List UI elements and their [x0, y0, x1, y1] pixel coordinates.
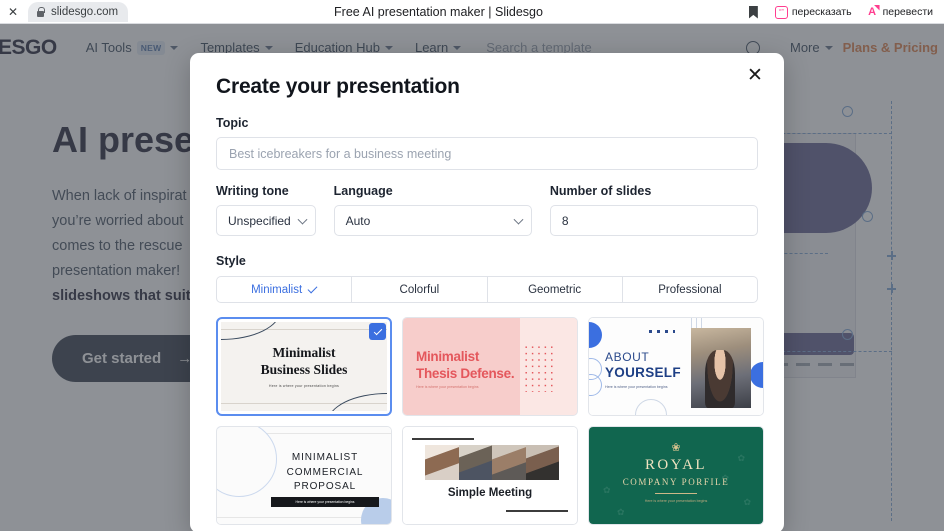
address-bar[interactable]: slidesgo.com — [28, 2, 129, 22]
style-tab-colorful[interactable]: Colorful — [352, 276, 488, 303]
template-thumbnail: Simple Meeting — [403, 427, 577, 524]
template-thumbnail: Minimalist Thesis Defense. Here is where… — [403, 318, 577, 415]
style-tab-label: Colorful — [399, 283, 440, 296]
template-subtitle: Here is where your presentation begins — [605, 385, 668, 389]
language-select[interactable]: Auto — [333, 205, 532, 236]
template-subtitle: Here is where your presentation begins — [416, 385, 479, 389]
template-thumbnail: Minimalist Business Slides Here is where… — [221, 322, 387, 411]
template-title-line2: YOURSELF — [605, 365, 681, 380]
style-tab-geometric[interactable]: Geometric — [487, 276, 623, 303]
writing-tone-select[interactable]: Unspecified — [216, 205, 316, 236]
selected-check-icon — [369, 323, 386, 340]
template-title-line1: ROYAL — [644, 457, 707, 473]
style-tab-label: Professional — [658, 283, 722, 296]
number-of-slides-input[interactable] — [549, 205, 758, 236]
modal-title: Create your presentation — [216, 75, 460, 98]
writing-tone-value: Unspecified — [228, 213, 291, 228]
translate-label: перевести — [882, 6, 933, 18]
template-card-about-yourself[interactable]: ABOUT YOURSELF Here is where your presen… — [588, 317, 764, 416]
style-tab-minimalist[interactable]: Minimalist — [216, 276, 353, 303]
template-title-line2: COMPANY PORFILE — [622, 477, 730, 487]
template-photo-strip — [425, 445, 559, 480]
style-tab-label: Minimalist — [251, 283, 303, 296]
style-tab-professional[interactable]: Professional — [622, 276, 758, 303]
crest-icon: ❀ — [671, 442, 681, 454]
close-modal-button[interactable]: ✕ — [742, 62, 768, 88]
quote-icon: “” — [774, 5, 788, 19]
bookmark-icon[interactable] — [748, 5, 758, 19]
template-card-minimalist-thesis-defense[interactable]: Minimalist Thesis Defense. Here is where… — [402, 317, 578, 416]
topic-input[interactable] — [216, 137, 758, 170]
page-title: Free AI presentation maker | Slidesgo — [334, 5, 543, 19]
style-label: Style — [216, 254, 246, 268]
template-thumbnail: ABOUT YOURSELF Here is where your presen… — [589, 318, 763, 415]
template-subtitle: Here is where your presentation begins — [644, 499, 708, 503]
template-card-royal-company-porfile[interactable]: ✿ ✿ ✿ ✿ ✿ ❀ ROYAL COMPANY PORFILE Here i… — [588, 426, 764, 525]
translate-extension-button[interactable]: A перевести — [861, 4, 938, 21]
writing-tone-field: Writing tone Unspecified — [216, 184, 316, 236]
language-label: Language — [333, 184, 393, 198]
template-thumbnail: MINIMALIST COMMERCIAL PROPOSAL Here is w… — [217, 427, 391, 524]
chevron-down-icon — [513, 214, 524, 225]
screen: ✕ slidesgo.com Free AI presentation make… — [0, 0, 944, 531]
template-title: Simple Meeting — [447, 487, 533, 499]
template-title: Minimalist Business Slides — [260, 344, 348, 377]
retell-label: пересказать — [791, 6, 852, 18]
check-icon — [307, 283, 318, 293]
template-subtitle-bar: Here is where your presentation begins — [271, 497, 379, 507]
style-tab-label: Geometric — [528, 283, 582, 296]
settings-row: Writing tone Unspecified Language Auto N… — [216, 184, 758, 236]
template-title-line1: ABOUT — [605, 350, 650, 364]
browser-toolbar: ✕ slidesgo.com Free AI presentation make… — [0, 0, 944, 24]
template-subtitle: Here is where your presentation begins — [295, 500, 355, 504]
close-tab-button[interactable]: ✕ — [0, 0, 26, 24]
retell-extension-button[interactable]: “” пересказать — [770, 4, 857, 21]
number-of-slides-label: Number of slides — [549, 184, 652, 198]
writing-tone-label: Writing tone — [216, 184, 289, 198]
language-field: Language Auto — [333, 184, 532, 236]
template-photo — [691, 328, 751, 408]
template-thumbnail: ✿ ✿ ✿ ✿ ✿ ❀ ROYAL COMPANY PORFILE Here i… — [589, 427, 763, 524]
template-card-minimalist-business-slides[interactable]: Minimalist Business Slides Here is where… — [216, 317, 392, 416]
browser-actions: “” пересказать A перевести — [748, 4, 944, 21]
template-grid: Minimalist Business Slides Here is where… — [216, 317, 764, 525]
style-tabs: Minimalist Colorful Geometric Profession… — [216, 276, 758, 303]
create-presentation-modal: ✕ Create your presentation Topic Writing… — [190, 53, 784, 531]
url-text: slidesgo.com — [51, 6, 119, 18]
template-card-minimalist-commercial-proposal[interactable]: MINIMALIST COMMERCIAL PROPOSAL Here is w… — [216, 426, 392, 525]
topic-label: Topic — [216, 116, 249, 130]
translate-icon: A — [866, 6, 879, 19]
modal-body: Create your presentation Topic Writing t… — [190, 53, 784, 525]
lock-icon — [36, 7, 45, 18]
template-title: MINIMALIST COMMERCIAL PROPOSAL — [286, 452, 364, 492]
template-title: Minimalist Thesis Defense. — [416, 349, 515, 382]
dot-grid-icon — [523, 344, 555, 392]
number-of-slides-field: Number of slides — [549, 184, 758, 236]
chevron-down-icon — [297, 214, 308, 225]
template-subtitle: Here is where your presentation begins — [268, 384, 340, 389]
language-value: Auto — [345, 213, 371, 228]
template-card-simple-meeting[interactable]: Simple Meeting — [402, 426, 578, 525]
